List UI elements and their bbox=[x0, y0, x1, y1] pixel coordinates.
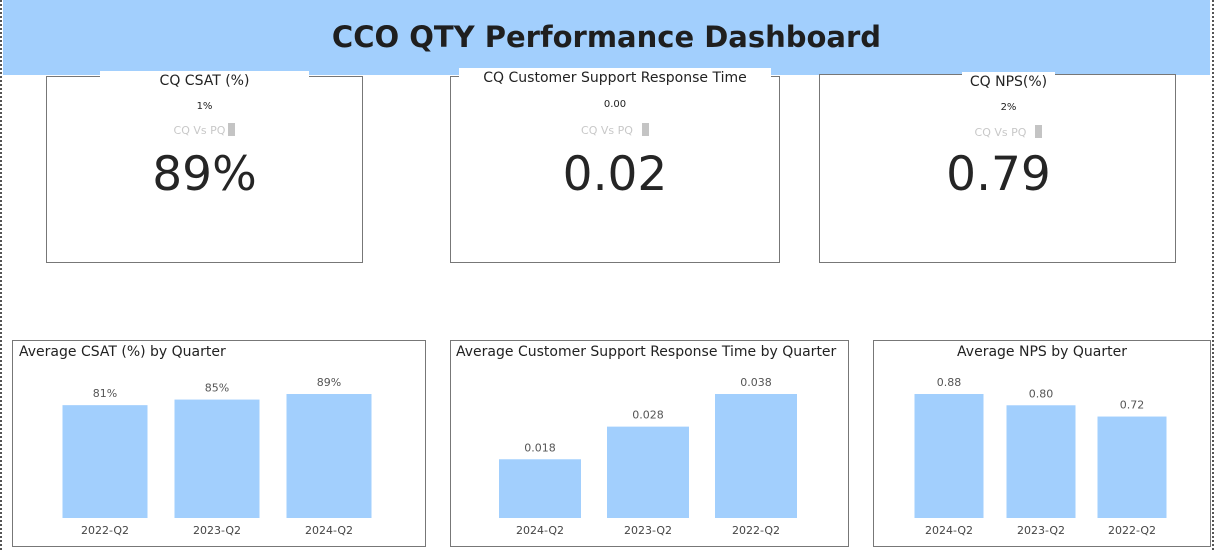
kpi-value: 0.79 bbox=[946, 147, 1051, 202]
kpi-title-wrap: CQ NPS(%) bbox=[820, 72, 1175, 93]
bar-2024-Q2[interactable] bbox=[286, 394, 372, 518]
chart-card-nps[interactable]: Average NPS by Quarter 0.88 2024-Q2 0.80 20… bbox=[873, 340, 1211, 547]
data-label: 89% bbox=[317, 376, 341, 389]
bar-2022-Q2[interactable] bbox=[1097, 416, 1167, 518]
bar-2023-Q2[interactable] bbox=[1006, 405, 1076, 518]
data-label: 0.80 bbox=[1029, 387, 1054, 400]
response-time-bar-chart: 0.018 2024-Q2 0.028 2023-Q2 0.038 2022-Q2 bbox=[499, 376, 797, 537]
kpi-card-nps[interactable]: CQ NPS(%) 2% CQ Vs PQ 0.79 bbox=[819, 72, 1176, 263]
x-tick-label: 2022-Q2 bbox=[81, 524, 129, 537]
kpi-delta: 0.00 bbox=[603, 99, 627, 110]
x-tick-label: 2023-Q2 bbox=[193, 524, 241, 537]
x-tick-label: 2022-Q2 bbox=[1108, 524, 1156, 537]
compare-indicator-icon bbox=[641, 123, 649, 136]
kpi-title: CQ NPS(%) bbox=[961, 72, 1056, 93]
data-label: 0.018 bbox=[524, 441, 556, 454]
canvas-right-border bbox=[1212, 0, 1214, 550]
csat-bar-chart: 81% 2022-Q2 85% 2023-Q2 89% 2024-Q2 bbox=[62, 376, 372, 537]
kpi-title: CQ Customer Support Response Time bbox=[459, 68, 771, 89]
kpi-compare: CQ Vs PQ bbox=[820, 125, 1175, 139]
kpi-compare: CQ Vs PQ bbox=[47, 123, 362, 137]
x-tick-label: 2024-Q2 bbox=[305, 524, 353, 537]
compare-indicator-icon bbox=[228, 123, 236, 136]
kpi-title-wrap: CQ Customer Support Response Time bbox=[451, 68, 779, 89]
bar-2024-Q2[interactable] bbox=[499, 459, 581, 518]
x-tick-label: 2024-Q2 bbox=[925, 524, 973, 537]
kpi-compare-label: CQ Vs PQ bbox=[974, 126, 1027, 139]
kpi-title-wrap: CQ CSAT (%) bbox=[47, 71, 362, 92]
compare-indicator-icon bbox=[1035, 125, 1043, 138]
chart-card-response-time[interactable]: Average Customer Support Response Time b… bbox=[450, 340, 849, 547]
x-tick-label: 2023-Q2 bbox=[1017, 524, 1065, 537]
kpi-delta: 2% bbox=[1000, 102, 1017, 113]
kpi-value: 89% bbox=[152, 147, 257, 202]
kpi-compare: CQ Vs PQ bbox=[451, 123, 779, 137]
x-tick-label: 2022-Q2 bbox=[732, 524, 780, 537]
dashboard-header: CCO QTY Performance Dashboard bbox=[3, 0, 1210, 75]
bar-2023-Q2[interactable] bbox=[607, 426, 689, 518]
kpi-compare-label: CQ Vs PQ bbox=[173, 124, 226, 137]
data-label: 81% bbox=[93, 387, 117, 400]
bar-2022-Q2[interactable] bbox=[715, 394, 797, 518]
nps-bar-chart: 0.88 2024-Q2 0.80 2023-Q2 0.72 2022-Q2 bbox=[914, 376, 1167, 537]
kpi-title: CQ CSAT (%) bbox=[99, 71, 310, 92]
canvas-left-border bbox=[0, 0, 2, 550]
kpi-compare-label: CQ Vs PQ bbox=[581, 124, 633, 137]
bar-2024-Q2[interactable] bbox=[914, 394, 984, 518]
kpi-card-response-time[interactable]: CQ Customer Support Response Time 0.00 C… bbox=[450, 68, 780, 263]
kpi-delta: 1% bbox=[196, 101, 213, 112]
kpi-card-csat[interactable]: CQ CSAT (%) 1% CQ Vs PQ 89% bbox=[46, 71, 363, 263]
data-label: 0.038 bbox=[740, 376, 772, 389]
chart-card-csat[interactable]: Average CSAT (%) by Quarter 81% 2022-Q2 85… bbox=[12, 340, 426, 547]
bar-2023-Q2[interactable] bbox=[174, 399, 260, 518]
bar-2022-Q2[interactable] bbox=[62, 405, 148, 518]
x-tick-label: 2023-Q2 bbox=[624, 524, 672, 537]
data-label: 0.72 bbox=[1120, 399, 1145, 412]
x-tick-label: 2024-Q2 bbox=[516, 524, 564, 537]
data-label: 0.88 bbox=[937, 376, 962, 389]
kpi-value: 0.02 bbox=[562, 147, 668, 202]
data-label: 85% bbox=[205, 382, 229, 395]
data-label: 0.028 bbox=[632, 409, 664, 422]
dashboard-title: CCO QTY Performance Dashboard bbox=[331, 19, 882, 54]
